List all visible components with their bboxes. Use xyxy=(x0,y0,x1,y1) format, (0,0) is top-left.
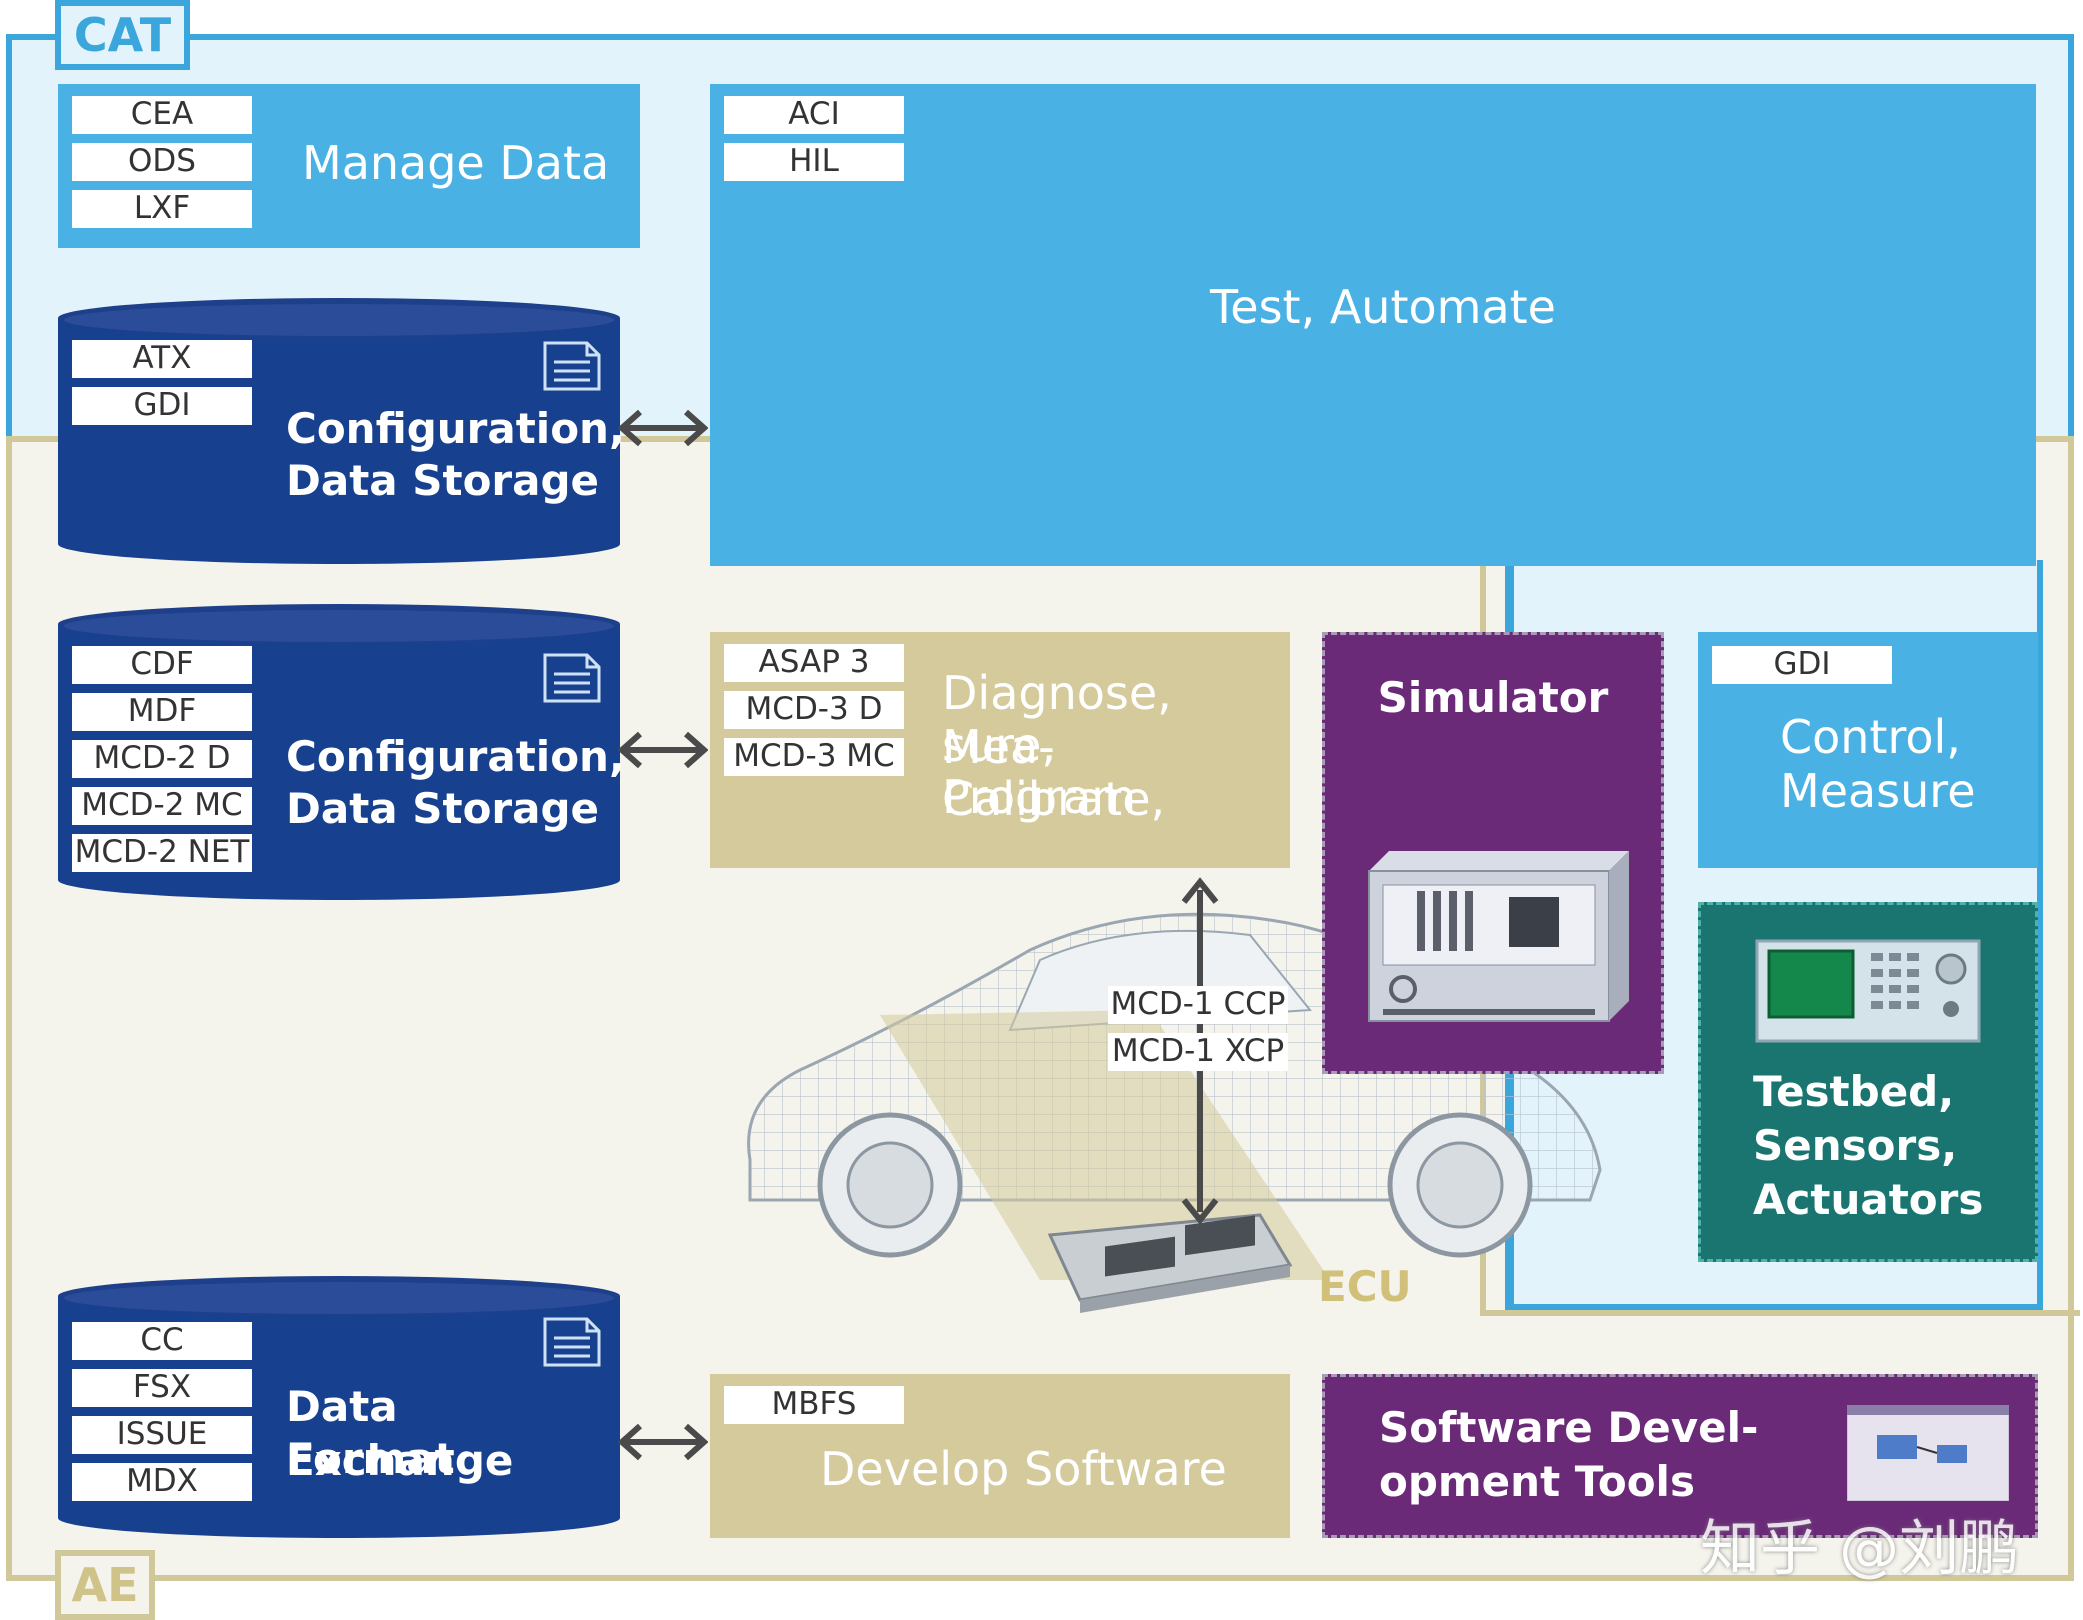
label-hil: HIL xyxy=(724,143,904,181)
label-atx: ATX xyxy=(72,340,252,378)
label-asap-3: ASAP 3 xyxy=(724,644,904,682)
testbed-title-line2: Sensors, xyxy=(1753,1121,1958,1170)
label-cea: CEA xyxy=(72,96,252,134)
label-ods: ODS xyxy=(72,143,252,181)
config-storage-2-title-line2: Data Storage xyxy=(286,784,600,833)
ecu-label: ECU xyxy=(1318,1262,1412,1311)
config-storage-db-2: CDF MDF MCD-2 D MCD-2 MC MCD-2 NET Confi… xyxy=(58,604,625,900)
diagnose-box: ASAP 3 MCD-3 D MCD-3 MC Diagnose, Mea- s… xyxy=(710,632,1290,868)
arrow-exchange-to-develop xyxy=(618,1422,708,1462)
label-mcd-2-mc: MCD-2 MC xyxy=(72,787,252,825)
label-mcd-3-d: MCD-3 D xyxy=(724,691,904,729)
manage-data-title: Manage Data xyxy=(302,136,610,190)
software-screenshot-image xyxy=(1846,1404,2010,1505)
control-measure-title-line2: Measure xyxy=(1780,764,1976,818)
testbed-box: Testbed, Sensors, Actuators xyxy=(1698,902,2038,1262)
ae-boundary-line xyxy=(1480,1310,2080,1316)
testbed-title-line3: Actuators xyxy=(1753,1175,1984,1224)
ae-frame-label: AE xyxy=(55,1550,155,1620)
data-exchange-db: CC FSX ISSUE MDX Data Exchange Format xyxy=(58,1276,620,1538)
label-cdf: CDF xyxy=(72,646,252,684)
label-mcd-3-mc: MCD-3 MC xyxy=(724,738,904,776)
label-mdf: MDF xyxy=(72,693,252,731)
config-storage-db-1: ATX GDI Configuration, Data Storage xyxy=(58,298,625,564)
ecu-unit-image xyxy=(1030,1205,1300,1315)
label-gdi-1: GDI xyxy=(72,387,252,425)
label-gdi-2: GDI xyxy=(1712,646,1892,684)
sw-tools-title-line2: opment Tools xyxy=(1379,1457,1695,1506)
manage-data-box: CEA ODS LXF Manage Data xyxy=(58,84,640,248)
label-aci: ACI xyxy=(724,96,904,134)
label-mbfs: MBFS xyxy=(724,1386,904,1424)
simulator-box: Simulator xyxy=(1322,632,1664,1074)
cat-frame-label: CAT xyxy=(55,0,190,70)
label-mcd-2-d: MCD-2 D xyxy=(72,740,252,778)
label-cc: CC xyxy=(72,1322,252,1360)
watermark: 知乎 @刘鹏 xyxy=(1700,1514,2020,1584)
diagnose-title-line3: Program xyxy=(942,770,1137,824)
arrow-db2-to-diagnose xyxy=(618,730,708,770)
label-lxf: LXF xyxy=(72,190,252,228)
develop-software-box: MBFS Develop Software xyxy=(710,1374,1290,1538)
data-exchange-title-line2: Format xyxy=(286,1434,455,1483)
config-storage-1-title-line2: Data Storage xyxy=(286,456,600,505)
label-mcd-2-net: MCD-2 NET xyxy=(72,834,252,872)
control-measure-title-line1: Control, xyxy=(1780,710,1961,764)
control-measure-box: GDI Control, Measure xyxy=(1698,632,2038,868)
arrow-db1-to-test xyxy=(618,408,708,448)
label-mdx: MDX xyxy=(72,1463,252,1501)
oscilloscope-image xyxy=(1755,939,1981,1049)
simulator-title: Simulator xyxy=(1377,673,1609,722)
label-mcd-1-ccp: MCD-1 CCP xyxy=(1108,986,1288,1024)
config-storage-2-title-line1: Configuration, xyxy=(286,732,625,781)
label-mcd-1-xcp: MCD-1 XCP xyxy=(1108,1033,1288,1071)
config-storage-1-title-line1: Configuration, xyxy=(286,404,625,453)
label-issue: ISSUE xyxy=(72,1416,252,1454)
testbed-title-line1: Testbed, xyxy=(1753,1067,1955,1116)
test-automate-box: ACI HIL Test, Automate xyxy=(710,84,2036,566)
simulator-hardware-image xyxy=(1359,841,1635,1035)
test-automate-title: Test, Automate xyxy=(1210,280,1556,334)
label-fsx: FSX xyxy=(72,1369,252,1407)
develop-software-title: Develop Software xyxy=(820,1442,1227,1496)
sw-tools-title-line1: Software Devel- xyxy=(1379,1403,1759,1452)
